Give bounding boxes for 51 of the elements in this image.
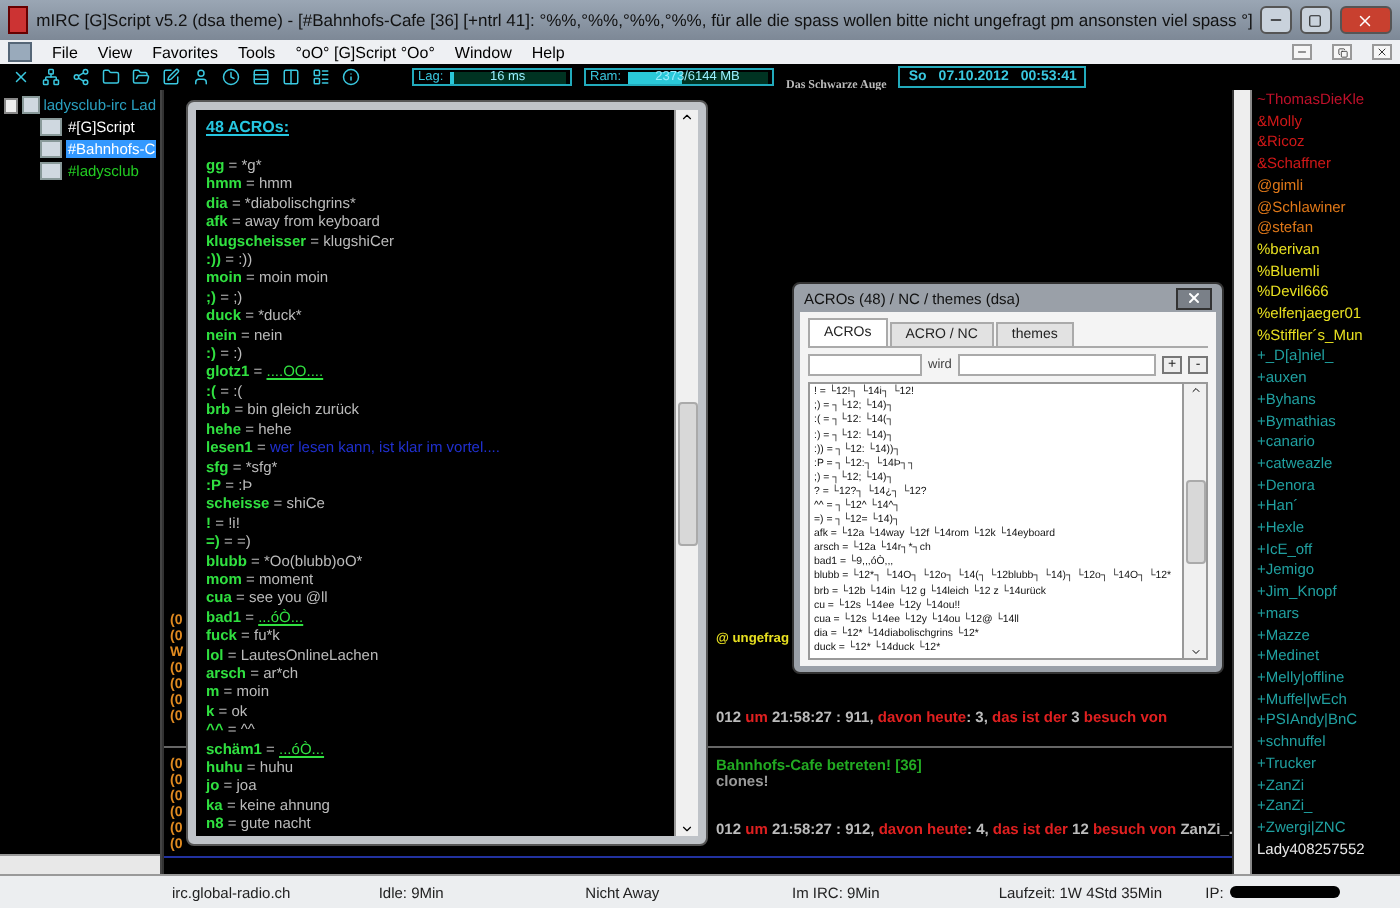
columns-icon[interactable] [282, 68, 300, 86]
menu-item[interactable]: Help [531, 43, 565, 61]
minimize-icon [1296, 46, 1308, 58]
collapse-icon[interactable] [4, 97, 18, 113]
acro-text-area[interactable] [808, 382, 1208, 660]
maximize-icon [1308, 13, 1323, 27]
minimize-button[interactable] [1260, 6, 1292, 34]
close-button[interactable] [1372, 44, 1392, 60]
scroll-thumb[interactable] [1185, 479, 1205, 564]
menu-item[interactable]: Favorites [152, 43, 218, 61]
minimize-button[interactable] [1292, 44, 1312, 60]
close-icon [1376, 46, 1388, 58]
window-icon [8, 42, 32, 62]
scroll-up-icon[interactable] [680, 110, 694, 124]
restore-icon [1337, 47, 1347, 57]
edit-icon[interactable] [162, 68, 180, 86]
acro-heading: 48 ACROs: [206, 118, 291, 136]
restore-button[interactable] [1332, 44, 1352, 60]
folder-open-icon[interactable] [132, 68, 150, 86]
close-icon [1356, 11, 1375, 29]
menu-item[interactable]: View [97, 43, 133, 61]
info-icon[interactable] [342, 68, 360, 86]
user-icon[interactable] [192, 68, 210, 86]
channel-icon [40, 162, 62, 180]
close-button[interactable] [1176, 287, 1212, 310]
acro-input[interactable] [808, 354, 922, 377]
close-icon [1186, 290, 1202, 307]
list-layout-icon[interactable] [312, 68, 330, 86]
maximize-button[interactable] [1299, 6, 1332, 34]
menu-item[interactable]: Window [454, 43, 512, 61]
network-icon[interactable] [42, 68, 60, 86]
close-icon[interactable] [12, 68, 30, 86]
menu-item[interactable]: File [52, 43, 78, 61]
window-title: mIRC [G]Script v5.2 (dsa theme) - [#Bahnhofs-Cafe [36] [+ntrl 41]: °%%,°%%,°%%,°%%, für alle die spass wollen bitte nicht ungefragt pm ansonsten viel spass °] [36, 10, 1253, 30]
server-icon [21, 96, 40, 114]
rows-icon[interactable] [252, 68, 270, 86]
horizontal-scrollbar[interactable] [0, 854, 160, 874]
redaction-mark [1229, 886, 1340, 898]
folder-icon[interactable] [102, 68, 120, 86]
menu-item[interactable]: Tools [238, 43, 276, 61]
replacement-input[interactable] [957, 354, 1156, 377]
share-icon[interactable] [72, 68, 90, 86]
menu-item[interactable]: °oO° [G]Script °Oo° [295, 43, 435, 61]
scroll-thumb[interactable] [677, 401, 697, 545]
scroll-down-icon[interactable] [680, 822, 694, 836]
vertical-scrollbar[interactable] [674, 110, 698, 836]
channel-icon [40, 118, 62, 136]
vertical-scrollbar[interactable] [1234, 90, 1253, 874]
vertical-scrollbar[interactable] [1182, 384, 1206, 658]
clock-icon[interactable] [222, 68, 240, 86]
app-icon [8, 6, 29, 34]
